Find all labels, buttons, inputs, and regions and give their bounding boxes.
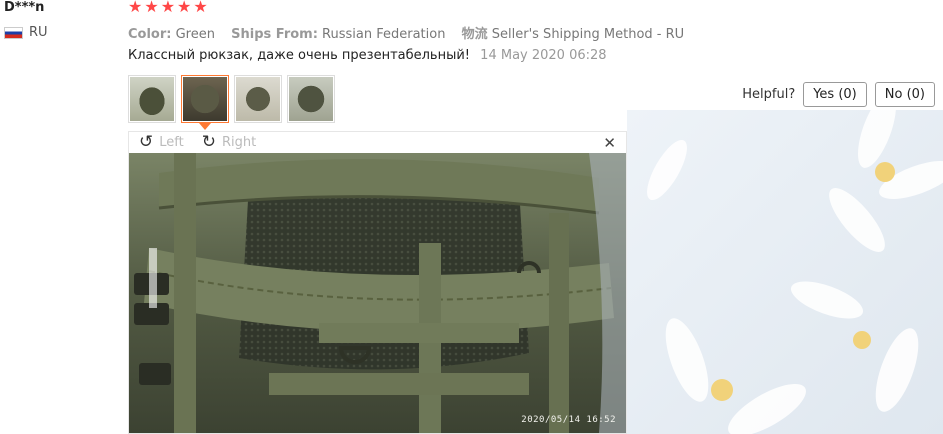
close-icon[interactable]: ✕	[603, 134, 616, 152]
review-text: Классный рюкзак, даже очень презентабель…	[128, 48, 471, 63]
rotate-left-icon: ↺	[139, 132, 154, 152]
purchase-attributes: Color: Green Ships From: Russian Federat…	[128, 23, 696, 42]
star-icon: ★	[177, 0, 192, 16]
review-body: Классный рюкзак, даже очень презентабель…	[128, 48, 607, 63]
flower-pattern	[647, 110, 943, 434]
viewer-toolbar: ↺ Left ↻ Right	[129, 132, 626, 152]
ships-from-label: Ships From:	[231, 27, 318, 42]
photo-timestamp: 2020/05/14 16:52	[521, 415, 616, 425]
helpful-label: Helpful?	[742, 87, 796, 102]
rotate-left-button[interactable]: ↺ Left	[139, 133, 184, 151]
backpack-photo-drawing	[129, 153, 626, 433]
russia-flag-icon	[4, 26, 23, 39]
color-value: Green	[175, 27, 215, 42]
helpful-yes-button[interactable]: Yes (0)	[803, 82, 867, 107]
color-label: Color:	[128, 27, 172, 42]
photo-viewer: ↺ Left ↻ Right ✕ 2020/05/14 16:52	[128, 131, 627, 434]
reviewer-country: RU	[4, 25, 48, 40]
star-rating: ★ ★ ★ ★ ★	[128, 0, 208, 16]
star-icon: ★	[193, 0, 208, 16]
rotate-right-icon: ↻	[201, 132, 216, 152]
rotate-right-button[interactable]: ↻ Right	[202, 133, 256, 151]
review-item: D***n RU ★ ★ ★ ★ ★ Color: Green Ships Fr…	[0, 0, 943, 434]
ships-from-value: Russian Federation	[322, 27, 446, 42]
review-photo: 2020/05/14 16:52	[129, 153, 626, 433]
star-icon: ★	[128, 0, 143, 16]
background-decoration	[627, 110, 943, 434]
thumbnail-1[interactable]	[128, 75, 176, 123]
thumbnail-2[interactable]	[181, 75, 229, 123]
rotate-left-label: Left	[159, 134, 184, 150]
star-icon: ★	[144, 0, 159, 16]
thumbnail-4[interactable]	[287, 75, 335, 123]
helpful-no-button[interactable]: No (0)	[874, 82, 935, 107]
photo-thumbnails	[128, 75, 335, 123]
reviewer-name: D***n	[4, 0, 45, 15]
country-code: RU	[29, 25, 48, 40]
selected-thumbnail-pointer	[199, 123, 211, 130]
logistics-label: 物流	[461, 27, 488, 42]
thumbnail-3[interactable]	[234, 75, 282, 123]
star-icon: ★	[160, 0, 176, 16]
review-date: 14 May 2020 06:28	[480, 48, 607, 63]
rotate-right-label: Right	[221, 134, 257, 150]
logistics-value: Seller's Shipping Method - RU	[491, 27, 685, 42]
helpful-vote: Helpful? Yes (0) No (0)	[742, 82, 935, 107]
